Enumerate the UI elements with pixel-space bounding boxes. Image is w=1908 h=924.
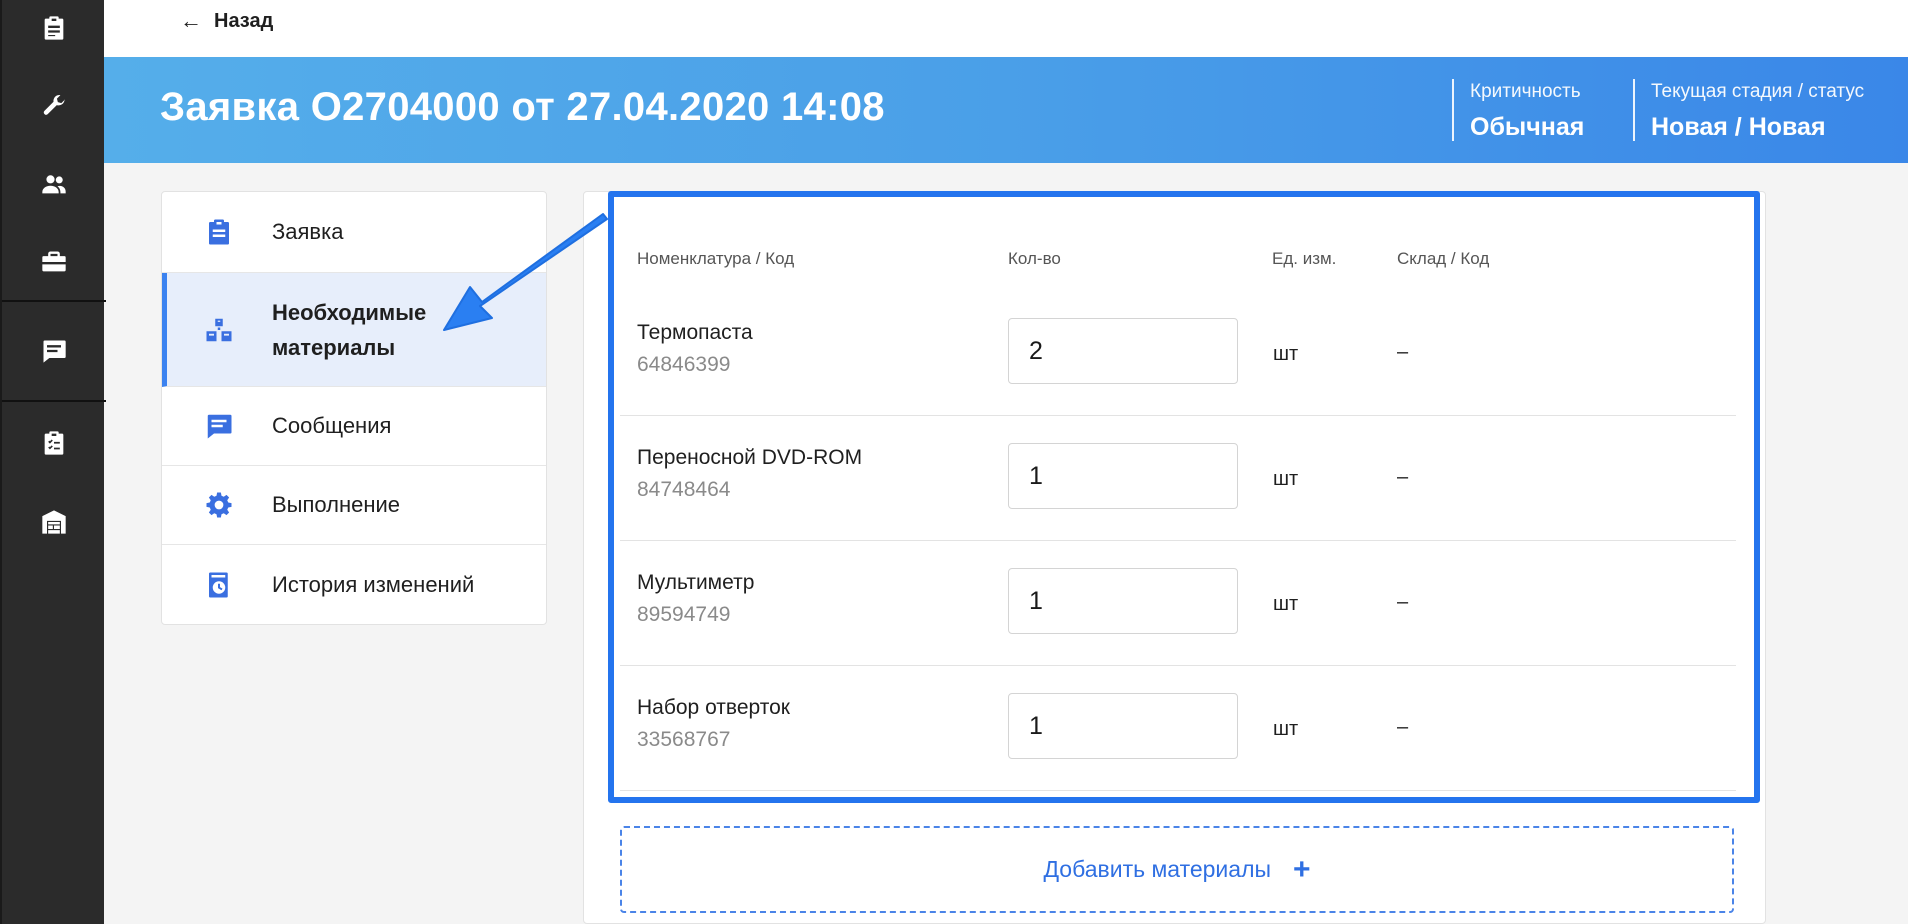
unit-label: шт: [1273, 468, 1299, 490]
table-row: Набор отверток 33568767 шт –: [620, 666, 1736, 791]
warehouse-value: –: [1397, 341, 1409, 363]
menu-item-label: История изменений: [272, 571, 475, 597]
warehouse-value: –: [1397, 466, 1409, 488]
boxes-icon: [204, 315, 234, 345]
top-bar: ← Назад: [104, 0, 1908, 57]
wrench-icon[interactable]: [2, 86, 106, 126]
unit-label: шт: [1273, 343, 1299, 365]
material-name: Мультиметр: [637, 571, 755, 594]
menu-item-history[interactable]: История изменений: [162, 545, 546, 624]
menu-item-label-line2: материалы: [272, 334, 396, 360]
add-materials-button[interactable]: Добавить материалы +: [620, 826, 1734, 913]
arrow-left-icon: ←: [180, 8, 202, 33]
back-label: Назад: [214, 9, 274, 32]
menu-item-label: Сообщения: [272, 413, 392, 438]
material-code: 89594749: [637, 603, 731, 626]
quantity-input[interactable]: [1008, 318, 1238, 384]
quantity-input[interactable]: [1008, 443, 1238, 509]
section-menu: Заявка Необходимые материалы Сообщения В…: [161, 191, 547, 625]
quantity-input[interactable]: [1008, 568, 1238, 634]
warehouse-icon[interactable]: [2, 502, 106, 542]
criticality-value: Обычная: [1470, 113, 1585, 141]
table-row: Мультиметр 89594749 шт –: [620, 541, 1736, 666]
add-materials-label: Добавить материалы: [1043, 856, 1272, 882]
stage-status-value: Новая / Новая: [1651, 113, 1826, 141]
menu-item-messages[interactable]: Сообщения: [162, 387, 546, 466]
unit-label: шт: [1273, 718, 1299, 740]
table-row: Термопаста 64846399 шт –: [620, 291, 1736, 416]
clipboard-icon: [204, 217, 234, 247]
warehouse-value: –: [1397, 716, 1409, 738]
table-row: Переносной DVD-ROM 84748464 шт –: [620, 416, 1736, 541]
request-header: Заявка O2704000 от 27.04.2020 14:08 Крит…: [104, 57, 1908, 163]
criticality-label: Критичность: [1470, 81, 1581, 102]
stage-status-block: Текущая стадия / статус Новая / Новая: [1633, 79, 1864, 141]
warehouse-value: –: [1397, 591, 1409, 613]
criticality-block: Критичность Обычная: [1452, 79, 1584, 141]
material-name: Набор отверток: [637, 696, 790, 719]
column-header-warehouse: Склад / Код: [1397, 249, 1490, 268]
gear-icon: [204, 490, 234, 520]
page-title: Заявка O2704000 от 27.04.2020 14:08: [160, 85, 885, 129]
column-header-quantity: Кол-во: [1008, 249, 1061, 268]
clipboard-icon[interactable]: [2, 8, 106, 48]
users-icon[interactable]: [2, 164, 106, 204]
column-header-unit: Ед. изм.: [1272, 249, 1337, 268]
menu-item-label: Необходимые: [272, 299, 427, 325]
material-code: 84748464: [637, 478, 731, 501]
material-name: Термопаста: [637, 321, 753, 344]
stage-status-label: Текущая стадия / статус: [1651, 81, 1865, 102]
menu-item-label: Выполнение: [272, 492, 401, 517]
menu-item-label: Заявка: [272, 219, 344, 244]
material-name: Переносной DVD-ROM: [637, 446, 863, 469]
unit-label: шт: [1273, 593, 1299, 615]
plus-icon: +: [1293, 852, 1311, 886]
column-header-nomenclature: Номенклатура / Код: [637, 249, 795, 268]
menu-item-request[interactable]: Заявка: [162, 192, 546, 273]
menu-item-execution[interactable]: Выполнение: [162, 466, 546, 545]
app-rail: [0, 0, 106, 924]
history-icon: [204, 570, 234, 600]
material-code: 64846399: [637, 353, 731, 376]
checklist-icon[interactable]: [2, 423, 106, 463]
quantity-input[interactable]: [1008, 693, 1238, 759]
menu-item-materials[interactable]: Необходимые материалы: [162, 273, 546, 387]
material-code: 33568767: [637, 728, 731, 751]
chat-icon[interactable]: [2, 331, 106, 371]
message-icon: [204, 411, 234, 441]
back-link[interactable]: ← Назад: [180, 8, 273, 34]
briefcase-icon[interactable]: [2, 242, 106, 282]
